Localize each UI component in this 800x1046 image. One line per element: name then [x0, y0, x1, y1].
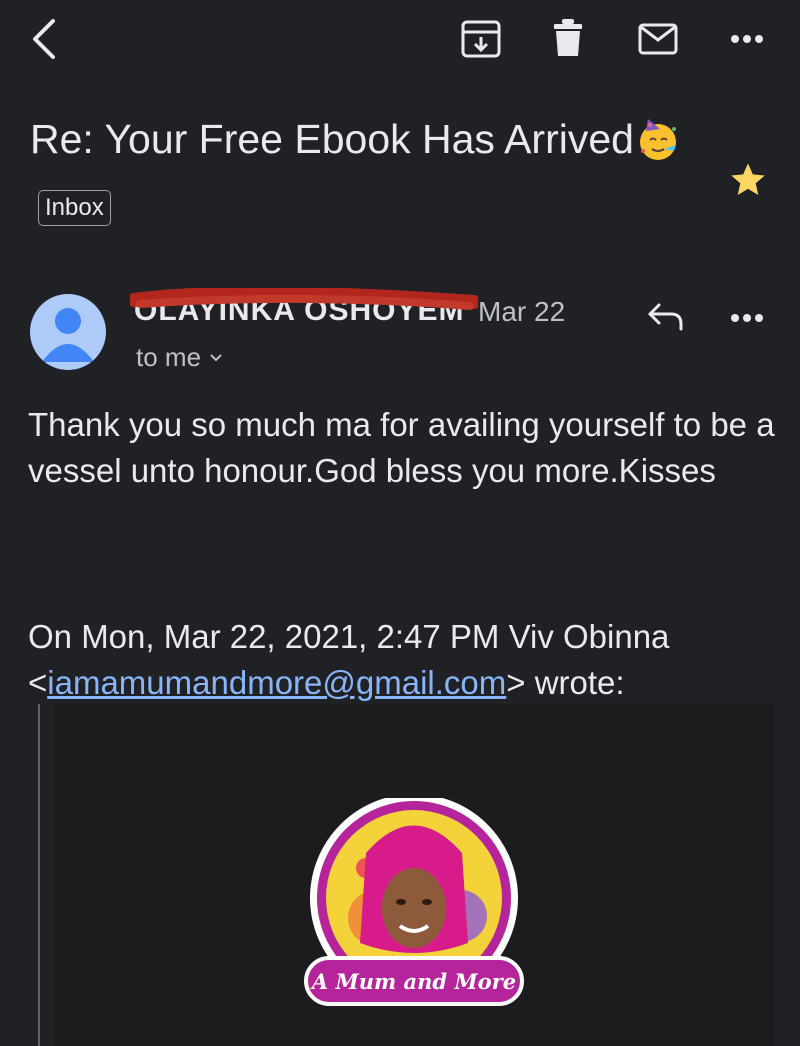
delete-button[interactable]: [546, 15, 590, 61]
email-subject: Re: Your Free Ebook Has Arrived Inbox: [30, 104, 720, 244]
quoted-header: On Mon, Mar 22, 2021, 2:47 PM Viv Obinna…: [28, 614, 778, 706]
redaction-scribble: [130, 288, 478, 312]
more-horizontal-icon: [731, 35, 763, 43]
open-bracket: <: [28, 664, 48, 701]
more-horizontal-icon: [731, 314, 763, 322]
a-mum-and-more-logo: A Mum and More: [296, 798, 532, 1010]
reply-button[interactable]: [642, 296, 690, 336]
more-options-button[interactable]: [722, 22, 772, 56]
message-body: Thank you so much ma for availing yourse…: [28, 406, 775, 489]
party-face-emoji-icon: [634, 115, 682, 163]
quoted-wrote: > wrote:: [506, 664, 625, 701]
recipient-details-toggle[interactable]: to me: [136, 340, 223, 374]
mark-unread-button[interactable]: [634, 17, 682, 61]
back-button[interactable]: [22, 14, 66, 64]
recipient-label: to me: [136, 342, 202, 372]
trash-icon: [554, 19, 582, 56]
subject-text: Re: Your Free Ebook Has Arrived: [30, 116, 634, 162]
archive-button[interactable]: [458, 17, 504, 61]
chevron-down-icon: [209, 353, 223, 362]
archive-icon: [461, 20, 501, 58]
quote-bar: [38, 704, 40, 1046]
quoted-attribution: On Mon, Mar 22, 2021, 2:47 PM Viv Obinna: [28, 618, 670, 655]
person-icon: [42, 308, 94, 362]
star-icon: [731, 163, 765, 195]
logo-text: A Mum and More: [310, 969, 516, 994]
reply-icon: [648, 303, 683, 331]
mail-icon: [638, 23, 678, 55]
sender-avatar[interactable]: [30, 294, 106, 370]
message-more-button[interactable]: [722, 302, 772, 334]
star-button[interactable]: [726, 158, 770, 202]
message-date: Mar 22: [478, 296, 566, 327]
chevron-left-icon: [33, 19, 55, 59]
sender-email-link[interactable]: iamamumandmore@gmail.com: [47, 664, 506, 701]
inbox-label-chip[interactable]: Inbox: [38, 190, 111, 226]
